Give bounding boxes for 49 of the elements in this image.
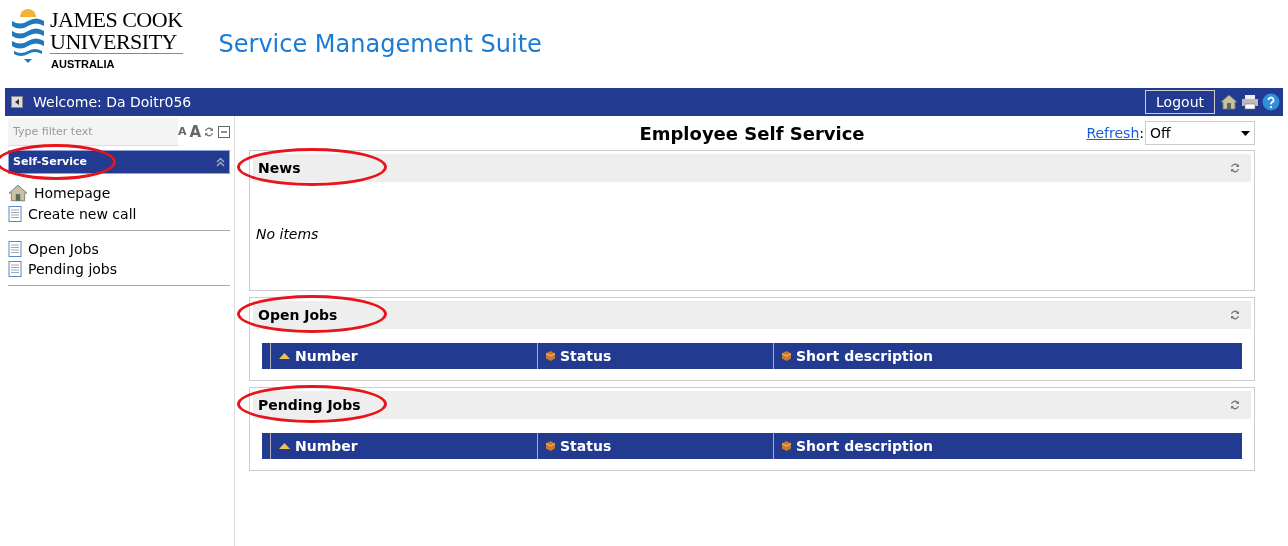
refresh-link[interactable]: Refresh	[1086, 122, 1140, 144]
cube-icon	[782, 351, 791, 361]
logout-button[interactable]: Logout	[1145, 90, 1215, 114]
collapse-button[interactable]	[11, 96, 23, 108]
page-title: Employee Self Service	[639, 121, 865, 146]
column-header[interactable]: Status	[537, 433, 773, 459]
refresh-select[interactable]: Off	[1145, 121, 1255, 145]
double-caret-icon	[216, 157, 225, 167]
help-icon[interactable]	[1262, 93, 1280, 111]
document-icon	[8, 206, 22, 222]
home-icon[interactable]	[1220, 94, 1238, 110]
panel-title: Pending Jobs	[258, 395, 361, 415]
sidebar-link[interactable]: Open Jobs	[8, 241, 230, 257]
column-header[interactable]: Short description	[773, 343, 1242, 369]
filter-field[interactable]: Type filter text	[8, 118, 178, 146]
panel-title: Open Jobs	[258, 305, 338, 325]
column-header[interactable]: Short description	[773, 433, 1242, 459]
caret-icon	[14, 99, 20, 105]
home-icon[interactable]	[8, 184, 28, 202]
column-header[interactable]: Number	[270, 433, 537, 459]
empty-message: No items	[256, 225, 319, 244]
sidebar-link[interactable]: Homepage	[8, 184, 230, 202]
document-icon	[8, 241, 22, 257]
font-larger-button[interactable]: A	[189, 120, 201, 144]
font-smaller-button[interactable]: A	[177, 123, 187, 141]
refresh-icon[interactable]	[203, 126, 215, 138]
dropdown-caret-icon	[1241, 130, 1250, 136]
document-icon	[8, 261, 22, 277]
welcome-text: Welcome: Da Doitr056	[33, 92, 192, 112]
panel-title: News	[258, 158, 301, 178]
sidebar-link[interactable]: Create new call	[8, 206, 230, 222]
app-title: Service Management Suite	[218, 29, 542, 60]
collapse-icon[interactable]	[218, 126, 230, 138]
separator-text: :	[1139, 123, 1144, 143]
group-title: Self-Service	[13, 153, 88, 170]
sort-caret-icon	[279, 443, 290, 449]
refresh-icon[interactable]	[1229, 399, 1241, 411]
refresh-icon[interactable]	[1229, 162, 1241, 174]
print-icon[interactable]	[1241, 94, 1259, 110]
cube-icon	[546, 351, 555, 361]
cube-icon	[782, 441, 791, 451]
column-header[interactable]: Status	[537, 343, 773, 369]
sidebar-link[interactable]: Pending jobs	[8, 261, 230, 277]
cube-icon	[546, 441, 555, 451]
column-header[interactable]: Number	[270, 343, 537, 369]
sort-caret-icon	[279, 353, 290, 359]
sidebar-group-header[interactable]: Self-Service	[8, 150, 230, 174]
refresh-icon[interactable]	[1229, 309, 1241, 321]
university-logo: JAMES COOK UNIVERSITY AUSTRALIA	[10, 9, 183, 73]
